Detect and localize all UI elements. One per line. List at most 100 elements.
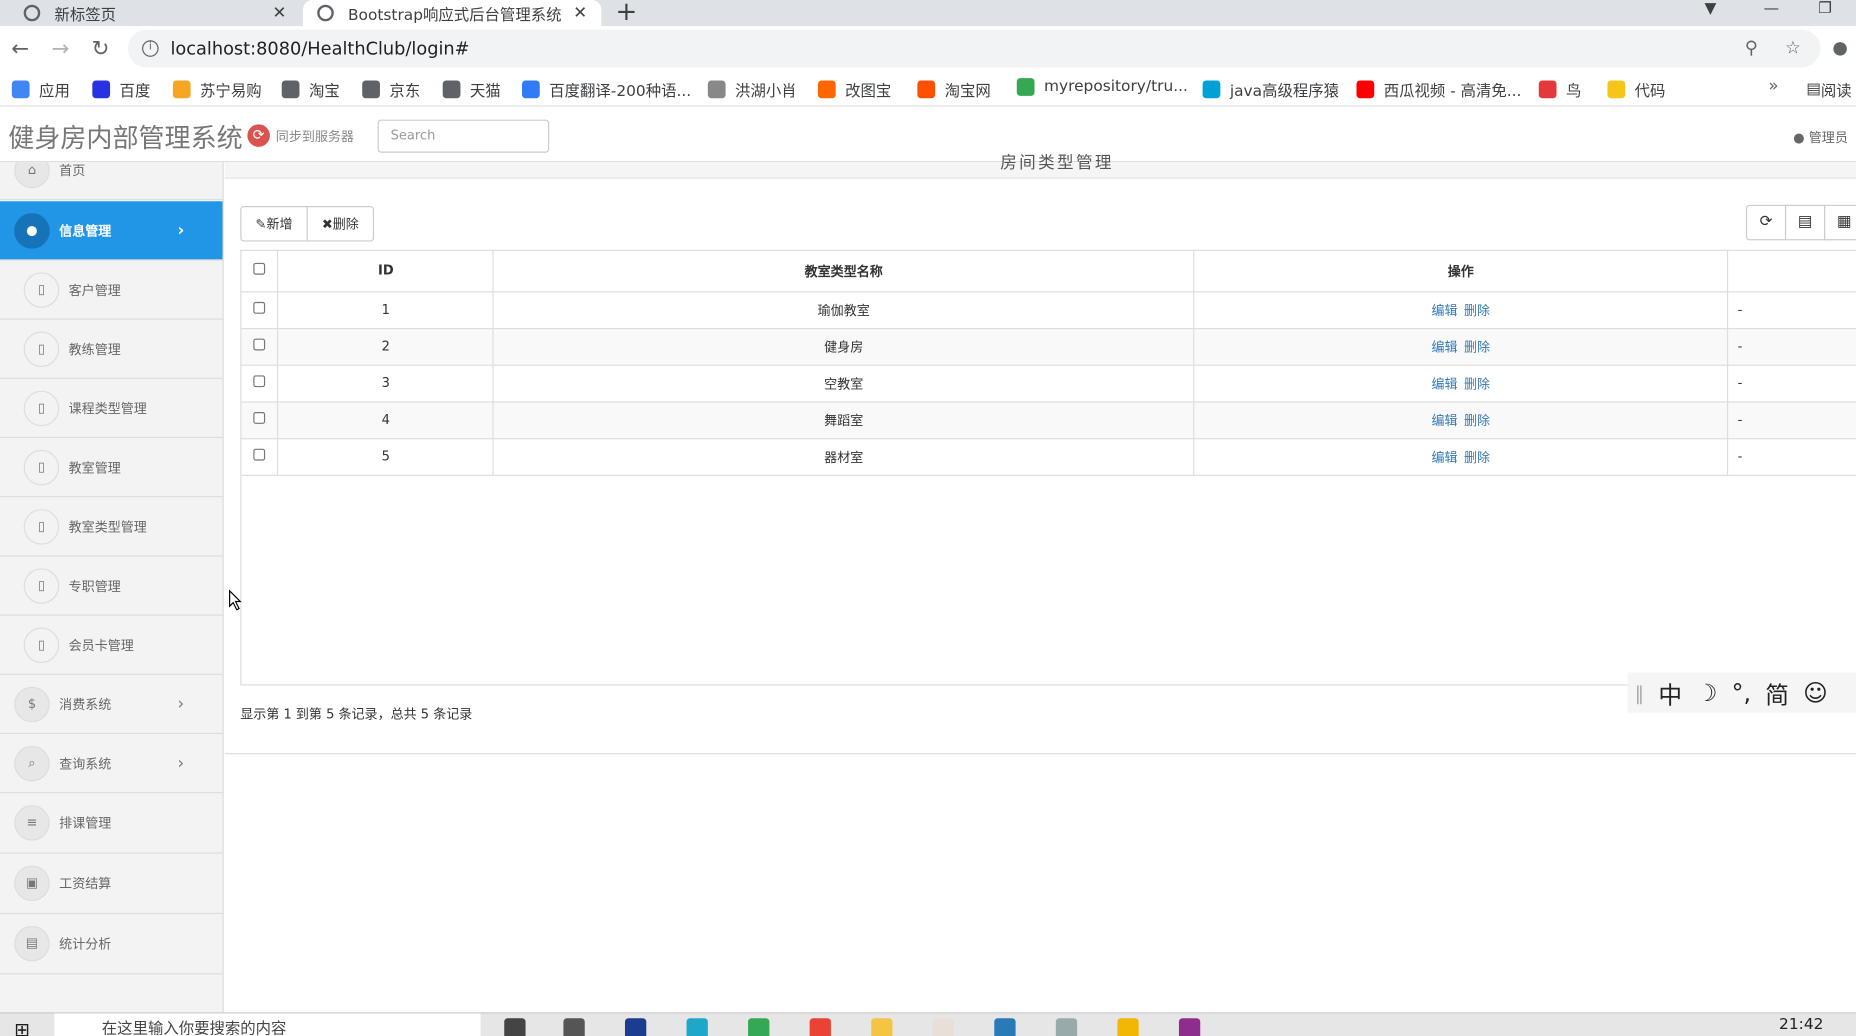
column-header-id[interactable]: ID: [278, 251, 495, 292]
minimize-icon[interactable]: —: [1764, 0, 1779, 18]
add-button[interactable]: ✎ 新增: [240, 206, 308, 242]
delete-link[interactable]: 删除: [1464, 339, 1490, 354]
bookmark-item[interactable]: 百度翻译-200种语...: [521, 78, 691, 101]
row-checkbox[interactable]: [253, 301, 266, 314]
brand-title[interactable]: 健身房内部管理系统: [8, 117, 242, 155]
ime-toolbar[interactable]: ‖ 中 ☽ °, 简 ☺: [1627, 672, 1856, 713]
sidebar-item[interactable]: ▯ 客户管理: [0, 260, 223, 320]
close-icon[interactable]: ✕: [573, 4, 587, 23]
restore-icon[interactable]: ❐: [1818, 0, 1832, 18]
bookmark-item[interactable]: 改图宝: [817, 78, 891, 101]
row-checkbox[interactable]: [253, 448, 266, 461]
bookmark-item[interactable]: 洪湖小肖: [707, 78, 797, 101]
bookmark-item[interactable]: java高级程序猿: [1202, 78, 1339, 101]
profile-dropdown-icon[interactable]: ▼: [1704, 0, 1716, 18]
bookmark-item[interactable]: 苏宁易购: [172, 78, 262, 101]
chrome-icon[interactable]: [748, 1018, 770, 1036]
table-row[interactable]: 1 瑜伽教室 编辑 删除 -: [241, 291, 1856, 329]
bookmark-item[interactable]: 代码: [1607, 78, 1665, 101]
bookmark-item[interactable]: 淘宝: [281, 78, 340, 101]
reading-list-button[interactable]: ▤ 阅读: [1806, 78, 1851, 101]
delete-button[interactable]: ✖ 删除: [306, 206, 375, 242]
delete-link[interactable]: 删除: [1464, 449, 1490, 464]
sidebar-item[interactable]: ▯ 教室管理: [0, 438, 223, 498]
sidebar-item[interactable]: ● 信息管理 ›: [0, 201, 223, 261]
edit-link[interactable]: 编辑: [1431, 303, 1457, 318]
ime-button[interactable]: °,: [1732, 678, 1751, 706]
intellij-icon[interactable]: [1178, 1018, 1201, 1036]
edge-icon[interactable]: [686, 1018, 708, 1036]
edit-link[interactable]: 编辑: [1431, 376, 1457, 391]
app-icon[interactable]: [1055, 1018, 1078, 1036]
windows-start-icon[interactable]: ⊞: [14, 1018, 30, 1036]
reload-icon[interactable]: ↻: [80, 36, 120, 61]
edit-link[interactable]: 编辑: [1431, 413, 1457, 428]
sidebar-item[interactable]: ≡ 排课管理: [0, 793, 223, 854]
columns-button[interactable]: ▦: [1824, 204, 1856, 241]
drag-handle-icon[interactable]: ‖: [1635, 681, 1644, 703]
close-icon[interactable]: ✕: [273, 4, 287, 23]
forward-icon[interactable]: →: [40, 36, 80, 61]
bookmark-item[interactable]: myrepository/tru...: [1016, 78, 1188, 96]
new-tab-button[interactable]: +: [616, 0, 638, 27]
bookmark-item[interactable]: 京东: [362, 78, 420, 101]
delete-link[interactable]: 删除: [1464, 413, 1490, 428]
sidebar-item[interactable]: ▯ 教室类型管理: [0, 497, 223, 557]
sidebar-item[interactable]: ▯ 教练管理: [0, 320, 223, 379]
back-icon[interactable]: ←: [0, 36, 40, 61]
row-checkbox[interactable]: [253, 375, 266, 388]
toggle-view-button[interactable]: ▤: [1784, 204, 1826, 241]
app-icon[interactable]: [932, 1018, 955, 1036]
sidebar-item[interactable]: ⌂ 首页: [0, 162, 223, 201]
bookmark-item[interactable]: 百度: [92, 78, 150, 101]
bookmark-item[interactable]: 鸟: [1538, 78, 1581, 101]
bookmark-item[interactable]: 应用: [11, 78, 70, 101]
column-header-name[interactable]: 教室类型名称: [493, 251, 1195, 292]
sidebar-item[interactable]: ⌕ 查询系统 ›: [0, 734, 223, 794]
ime-button[interactable]: 简: [1765, 675, 1789, 709]
row-checkbox[interactable]: [253, 412, 266, 424]
sidebar-item[interactable]: ▤ 统计分析: [0, 914, 223, 975]
row-checkbox[interactable]: [253, 338, 266, 351]
ime-button[interactable]: ☺: [1803, 678, 1828, 706]
search-input[interactable]: Search: [377, 119, 550, 153]
sidebar-item[interactable]: ▯ 专职管理: [0, 556, 223, 616]
bookmark-item[interactable]: 西瓜视频 - 高清免...: [1356, 78, 1521, 101]
delete-link[interactable]: 删除: [1464, 376, 1490, 391]
ime-button[interactable]: 中: [1658, 675, 1682, 709]
sidebar-item[interactable]: ▯ 课程类型管理: [0, 379, 223, 439]
search-icon[interactable]: [504, 1018, 526, 1036]
edit-link[interactable]: 编辑: [1431, 339, 1457, 354]
clock[interactable]: 21:42: [1779, 1016, 1823, 1034]
browser-tab-newtab[interactable]: 新标签页 ✕: [9, 0, 300, 26]
info-icon[interactable]: i: [142, 40, 159, 57]
select-all-checkbox[interactable]: [253, 263, 266, 275]
task-view-icon[interactable]: [563, 1018, 585, 1036]
bookmark-item[interactable]: 天猫: [442, 78, 501, 101]
more-bookmarks-icon[interactable]: »: [1768, 77, 1778, 96]
browser-tab-active[interactable]: Bootstrap响应式后台管理系统 ✕: [303, 0, 602, 27]
table-row[interactable]: 2 健身房 编辑 删除 -: [241, 327, 1856, 366]
taskbar-search-input[interactable]: 在这里输入你要搜索的内容: [54, 1013, 481, 1036]
table-row[interactable]: 3 空教室 编辑 删除 -: [241, 364, 1856, 402]
app-icon[interactable]: [624, 1018, 647, 1036]
ime-button[interactable]: ☽: [1696, 678, 1717, 706]
address-bar[interactable]: i localhost:8080/HealthClub/login#: [127, 29, 1821, 68]
table-row[interactable]: 4 舞蹈室 编辑 删除 -: [241, 401, 1856, 439]
edit-link[interactable]: 编辑: [1431, 449, 1457, 464]
sidebar-item[interactable]: ▯ 会员卡管理: [0, 616, 223, 675]
folder-icon[interactable]: [871, 1018, 893, 1036]
delete-link[interactable]: 删除: [1464, 303, 1490, 318]
user-menu[interactable]: ● 管理员: [1793, 128, 1848, 147]
chrome-active-icon[interactable]: [809, 1018, 831, 1036]
app-icon[interactable]: [1117, 1018, 1139, 1036]
sync-button[interactable]: ⟳ 同步到服务器: [247, 124, 354, 147]
zoom-icon[interactable]: ⚲: [1745, 37, 1758, 58]
account-icon[interactable]: ●: [1832, 37, 1847, 58]
star-icon[interactable]: ☆: [1785, 37, 1801, 58]
app-icon[interactable]: [994, 1018, 1016, 1036]
table-row[interactable]: 5 器材室 编辑 删除 -: [241, 438, 1856, 476]
bookmark-item[interactable]: 淘宝网: [917, 78, 991, 101]
sidebar-item[interactable]: ▣ 工资结算: [0, 854, 223, 915]
refresh-table-button[interactable]: ⟳: [1745, 204, 1787, 241]
